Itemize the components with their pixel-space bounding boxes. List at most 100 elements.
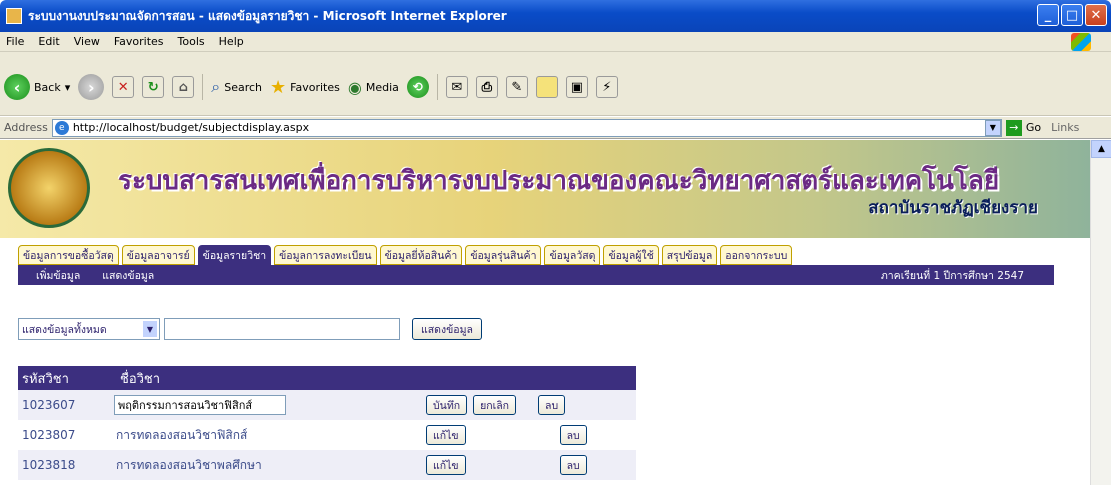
tool-icon[interactable]: ⚡ [595,76,618,98]
stop-icon[interactable]: ✕ [112,76,135,98]
tab-registration[interactable]: ข้อมูลการลงทะเบียน [274,245,377,265]
tab-purchase-request[interactable]: ข้อมูลการขอซื้อวัสดุ [18,245,119,265]
row-actions: บันทึก ยกเลิก ลบ [426,395,566,415]
windows-logo-icon [1071,33,1091,51]
search-input[interactable] [164,318,400,340]
title-bar: ระบบงานงบประมาณจัดการสอน - แสดงข้อมูลราย… [0,0,1111,32]
tab-logout[interactable]: ออกจากระบบ [720,245,793,265]
close-button[interactable]: ✕ [1085,4,1107,26]
navigation: ข้อมูลการขอซื้อวัสดุ ข้อมูลอาจารย์ ข้อมู… [0,238,1090,285]
delete-button[interactable]: ลบ [559,425,587,445]
print-icon[interactable]: ⎙ [475,76,498,98]
media-button[interactable]: ◉ Media [348,78,399,97]
delete-button[interactable]: ลบ [538,395,566,415]
links-button[interactable]: Links [1051,121,1079,134]
header-subject-code: รหัสวิชา [22,371,69,387]
tab-materials[interactable]: ข้อมูลวัสดุ [544,245,601,265]
tab-users[interactable]: ข้อมูลผู้ใช้ [603,245,659,265]
vertical-scrollbar[interactable]: ▲ [1090,140,1111,485]
add-data-link[interactable]: เพิ่มข้อมูล [36,267,80,284]
ie-app-icon [6,8,22,24]
chevron-down-icon: ▾ [64,80,71,94]
menu-tools[interactable]: Tools [178,35,205,48]
chevron-down-icon[interactable]: ▼ [984,119,1001,136]
banner-subtitle: สถาบันราชภัฏเชียงราย [868,198,1038,218]
folder-icon[interactable] [535,76,558,98]
filter-select-value: แสดงข้อมูลทั้งหมด [22,323,107,336]
subject-name: การทดลองสอนวิชาฟิสิกส์ [116,427,248,442]
filter-select[interactable]: แสดงข้อมูลทั้งหมด ▼ [18,318,160,340]
search-icon: ⌕ [211,77,221,96]
tab-brands[interactable]: ข้อมูลยี่ห้อสินค้า [379,245,463,265]
home-icon[interactable]: ⌂ [172,76,195,98]
edit-button[interactable]: แก้ไข [426,455,466,475]
page-content: ระบบสารสนเทศเพื่อการบริหารงบประมาณของคณะ… [0,140,1090,485]
ie-page-icon: e [54,120,69,135]
table-row: 1023807 การทดลองสอนวิชาฟิสิกส์ แก้ไข ลบ [18,420,636,450]
chevron-down-icon: ▼ [143,321,157,337]
row-actions: แก้ไข ลบ [426,455,587,475]
tab-teachers[interactable]: ข้อมูลอาจารย์ [121,245,195,265]
address-input[interactable]: e http://localhost/budget/subjectdisplay… [51,118,1002,137]
favorites-label: Favorites [290,80,340,94]
go-button[interactable]: → Go [1005,119,1041,136]
window-title: ระบบงานงบประมาณจัดการสอน - แสดงข้อมูลราย… [28,8,507,23]
table-header: รหัสวิชา ชื่อวิชา [18,366,636,390]
toolbar: ‹ Back ▾ › ✕ ↻ ⌂ ⌕ Search ★ Favorites ◉ … [0,52,1111,116]
menu-bar: File Edit View Favorites Tools Help [0,32,1111,52]
back-arrow-icon: ‹ [4,74,30,100]
subject-code: 1023607 [22,398,76,412]
search-label: Search [224,80,263,94]
mail-icon[interactable]: ✉ [445,76,468,98]
table-row: 1023818 การทดลองสอนวิชาพลศึกษา แก้ไข ลบ [18,450,636,480]
back-label: Back [34,80,61,94]
subject-name-cell: พฤติกรรมการสอนวิชาฟิสิกส์ [90,395,426,415]
star-icon: ★ [270,76,287,98]
tab-models[interactable]: ข้อมูลรุ่นสินค้า [465,245,542,265]
filter-bar: แสดงข้อมูลทั้งหมด ▼ แสดงข้อมูล [18,318,482,340]
go-arrow-icon: → [1005,119,1022,136]
search-button[interactable]: ⌕ Search [211,77,262,97]
tab-subjects[interactable]: ข้อมูลรายวิชา [197,245,272,265]
favorites-button[interactable]: ★ Favorites [270,77,340,98]
subject-code: 1023818 [22,458,76,472]
menu-file[interactable]: File [6,35,24,48]
address-url: http://localhost/budget/subjectdisplay.a… [72,121,310,134]
back-button[interactable]: ‹ Back ▾ [4,74,70,100]
media-icon: ◉ [347,77,362,97]
show-data-link[interactable]: แสดงข้อมูล [102,267,154,284]
address-label: Address [4,121,48,134]
scroll-up-icon[interactable]: ▲ [1091,140,1111,158]
edit-button[interactable]: แก้ไข [426,425,466,445]
delete-button[interactable]: ลบ [559,455,587,475]
subjects-table: รหัสวิชา ชื่อวิชา 1023607 พฤติกรรมการสอน… [18,366,636,480]
history-icon[interactable]: ⟲ [406,76,429,98]
toolbar-divider [436,74,438,100]
subject-name-input[interactable]: พฤติกรรมการสอนวิชาฟิสิกส์ [114,395,286,415]
semester-label: ภาคเรียนที่ 1 ปีการศึกษา 2547 [880,269,1024,282]
toolbar-divider [202,74,204,100]
sub-navigation: เพิ่มข้อมูล แสดงข้อมูล ภาคเรียนที่ 1 ปีก… [18,265,1054,285]
edit-icon[interactable]: ✎ [505,76,528,98]
subject-name: การทดลองสอนวิชาพลศึกษา [116,457,262,472]
institution-seal-logo [8,148,90,228]
main-tabs: ข้อมูลการขอซื้อวัสดุ ข้อมูลอาจารย์ ข้อมู… [18,245,793,265]
menu-edit[interactable]: Edit [38,35,59,48]
minimize-button[interactable]: _ [1037,4,1059,26]
table-row: 1023607 พฤติกรรมการสอนวิชาฟิสิกส์ บันทึก… [18,390,636,420]
refresh-icon[interactable]: ↻ [142,76,165,98]
media-label: Media [365,80,399,94]
banner-title: ระบบสารสนเทศเพื่อการบริหารงบประมาณของคณะ… [118,166,1000,196]
tab-summary[interactable]: สรุปข้อมูล [661,245,718,265]
forward-button[interactable]: › [78,74,105,100]
cancel-button[interactable]: ยกเลิก [473,395,517,415]
header-banner: ระบบสารสนเทศเพื่อการบริหารงบประมาณของคณะ… [0,140,1090,238]
maximize-button[interactable]: □ [1061,4,1083,26]
menu-favorites[interactable]: Favorites [114,35,164,48]
address-bar: Address e http://localhost/budget/subjec… [0,117,1111,139]
show-data-button[interactable]: แสดงข้อมูล [412,318,482,340]
messenger-icon[interactable]: ▣ [565,76,588,98]
save-button[interactable]: บันทึก [426,395,468,415]
menu-view[interactable]: View [74,35,100,48]
menu-help[interactable]: Help [219,35,244,48]
